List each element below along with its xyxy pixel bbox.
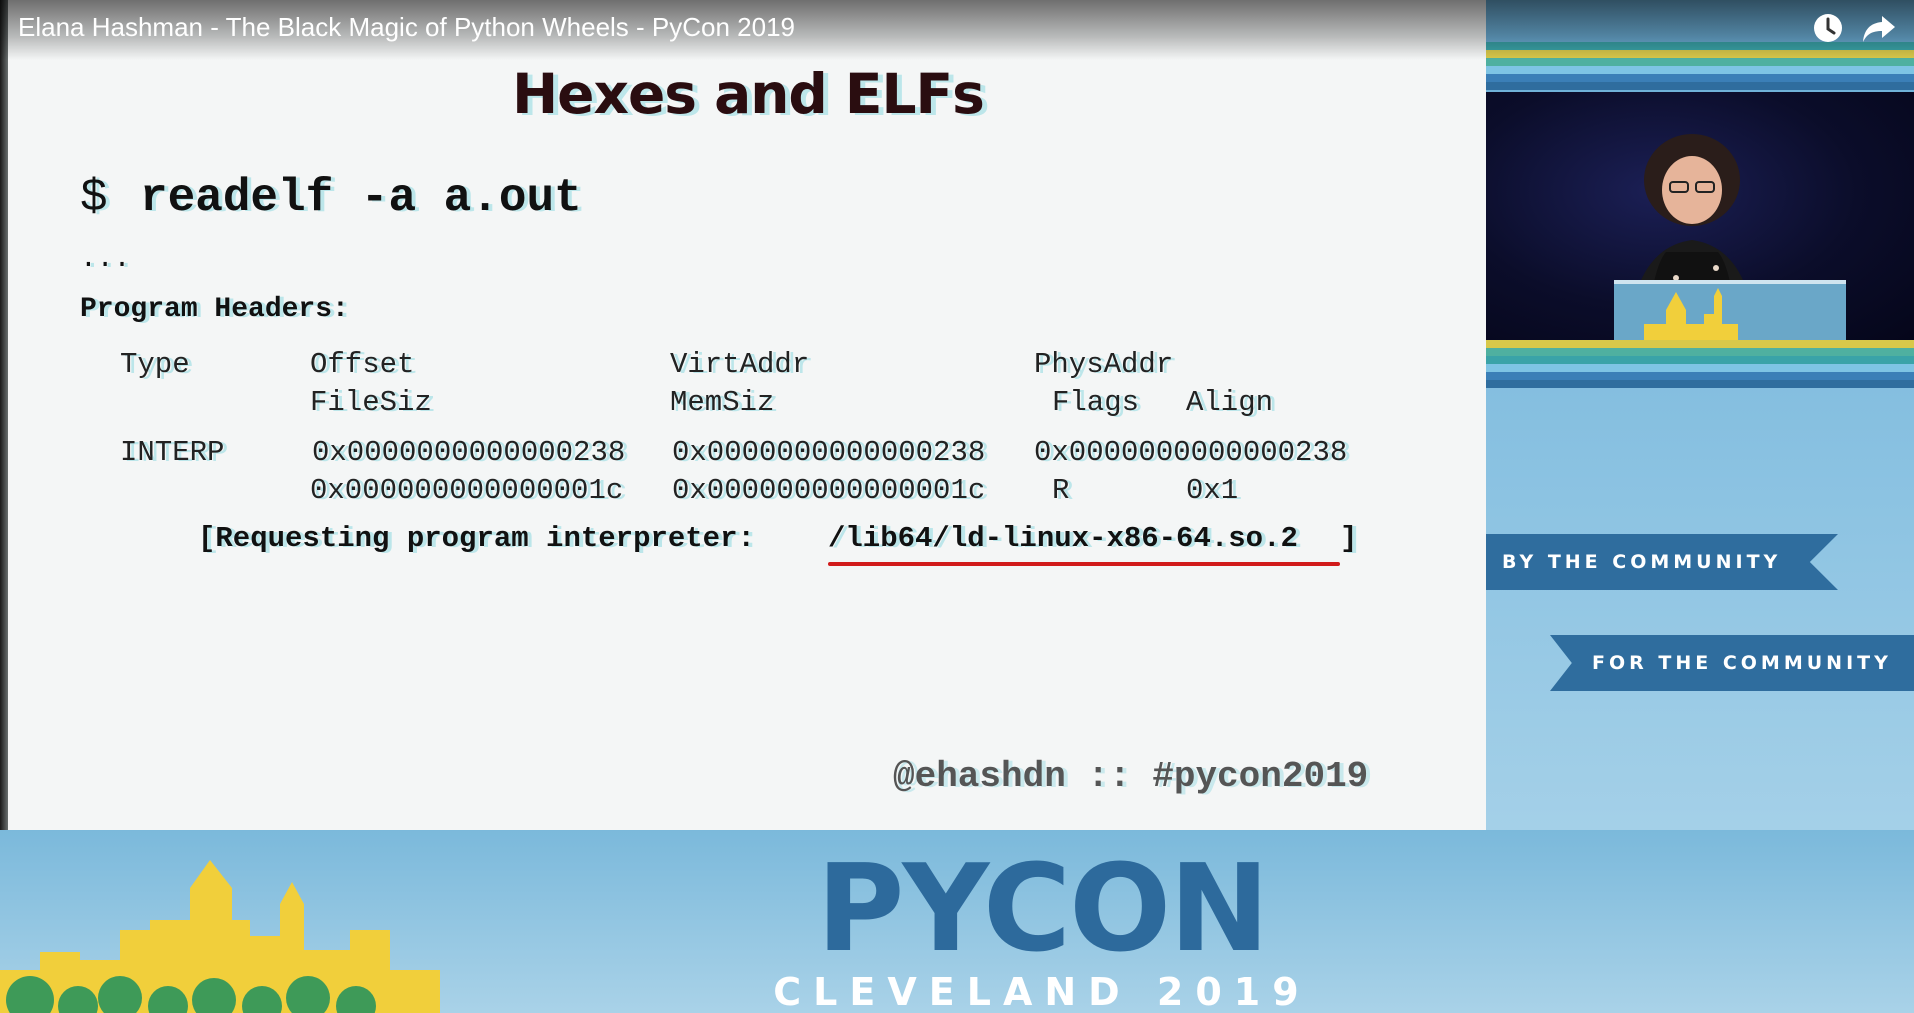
column-header-physaddr: PhysAddr — [1034, 348, 1174, 381]
closing-bracket: ] — [1340, 522, 1358, 555]
column-header-offset: Offset — [310, 348, 415, 381]
podium — [1614, 280, 1846, 340]
column-header-flags: Flags — [1052, 386, 1140, 419]
banner-by-the-community: BY THE COMMUNITY — [1486, 534, 1838, 590]
podium-skyline-icon — [1644, 288, 1738, 340]
clock-icon[interactable] — [1812, 12, 1844, 44]
decorative-stripes — [1486, 340, 1914, 388]
interpreter-path-underline — [828, 562, 1340, 566]
column-header-type: Type — [120, 348, 190, 381]
banner-for-the-community: FOR THE COMMUNITY — [1550, 635, 1914, 691]
pycon-branding-band: PYCON CLEVELAND 2019 — [0, 830, 1914, 1013]
presentation-slide: Hexes and ELFs $ readelf -a a.out ... Pr… — [0, 0, 1486, 830]
speaker-handle: @ehashdn :: #pycon2019 — [893, 756, 1369, 797]
output-ellipsis: ... — [80, 244, 131, 275]
cell-filesiz: 0x000000000000001c — [310, 474, 624, 507]
cell-align: 0x1 — [1186, 474, 1239, 507]
cell-memsiz: 0x000000000000001c — [672, 474, 986, 507]
pycon-logo: PYCON — [816, 840, 1269, 979]
column-header-virtaddr: VirtAddr — [670, 348, 810, 381]
cell-offset: 0x0000000000000238 — [312, 436, 626, 469]
conference-side-panel: BY THE COMMUNITY FOR THE COMMUNITY — [1486, 0, 1914, 830]
pycon-location-year: CLEVELAND 2019 — [773, 970, 1311, 1013]
video-title[interactable]: Elana Hashman - The Black Magic of Pytho… — [18, 12, 795, 43]
shell-prompt: $ — [80, 172, 108, 224]
cell-physaddr: 0x0000000000000238 — [1034, 436, 1348, 469]
column-header-align: Align — [1186, 386, 1274, 419]
interpreter-path: /lib64/ld-linux-x86-64.so.2 — [828, 522, 1298, 555]
cell-virtaddr: 0x0000000000000238 — [672, 436, 986, 469]
program-headers-label: Program Headers: — [80, 294, 349, 325]
speaker-video-feed — [1486, 92, 1914, 340]
cell-type: INTERP — [120, 436, 225, 469]
column-header-memsiz: MemSiz — [670, 386, 775, 419]
column-header-filesiz: FileSiz — [310, 386, 432, 419]
requesting-interpreter-label: [Requesting program interpreter: — [198, 522, 773, 555]
slide-title: Hexes and ELFs — [512, 62, 985, 126]
cell-flags: R — [1052, 474, 1070, 507]
share-icon[interactable] — [1862, 12, 1896, 44]
shell-command: readelf -a a.out — [140, 172, 582, 224]
